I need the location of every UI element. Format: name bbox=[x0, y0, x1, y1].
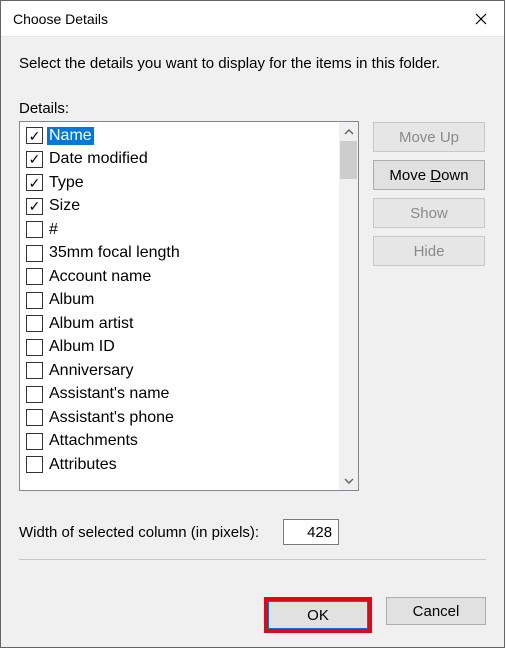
list-item[interactable]: Type bbox=[24, 171, 339, 195]
cancel-button[interactable]: Cancel bbox=[386, 597, 486, 625]
list-item[interactable]: Assistant's phone bbox=[24, 406, 339, 430]
checkbox[interactable] bbox=[26, 151, 43, 168]
details-label: Details: bbox=[19, 100, 486, 117]
list-item-label: Album bbox=[47, 291, 96, 309]
title-bar: Choose Details bbox=[1, 1, 504, 37]
hide-label: Hide bbox=[414, 243, 445, 260]
checkbox[interactable] bbox=[26, 221, 43, 238]
cancel-label: Cancel bbox=[413, 603, 460, 620]
list-item-label: Date modified bbox=[47, 150, 150, 168]
scrollbar[interactable] bbox=[339, 122, 358, 490]
checkbox[interactable] bbox=[26, 409, 43, 426]
checkbox[interactable] bbox=[26, 127, 43, 144]
list-item[interactable]: Album ID bbox=[24, 336, 339, 360]
list-item[interactable]: Name bbox=[24, 124, 339, 148]
list-item-label: Assistant's name bbox=[47, 385, 171, 403]
hide-button[interactable]: Hide bbox=[373, 236, 485, 266]
chevron-down-icon bbox=[344, 478, 354, 484]
list-item-label: Assistant's phone bbox=[47, 409, 176, 427]
width-input[interactable]: 428 bbox=[283, 519, 339, 545]
checkbox[interactable] bbox=[26, 268, 43, 285]
list-item-label: Name bbox=[47, 127, 94, 145]
choose-details-dialog: Choose Details Select the details you wa… bbox=[0, 0, 505, 648]
checkbox[interactable] bbox=[26, 292, 43, 309]
ok-button-emphasis: OK bbox=[264, 597, 372, 633]
ok-label: OK bbox=[307, 607, 329, 624]
list-item-label: Type bbox=[47, 174, 86, 192]
width-label-text: Width of selected column (in pixels): bbox=[19, 524, 259, 541]
scroll-track[interactable] bbox=[339, 141, 358, 471]
width-row: Width of selected column (in pixels): 42… bbox=[19, 519, 486, 545]
list-item[interactable]: Account name bbox=[24, 265, 339, 289]
list-item-label: Attributes bbox=[47, 456, 119, 474]
list-item[interactable]: Album bbox=[24, 289, 339, 313]
move-down-label: Move Down bbox=[389, 167, 468, 184]
details-label-text: Details: bbox=[19, 100, 69, 117]
details-list-items: Name Date modified Type Size #35mm focal len… bbox=[20, 122, 339, 490]
checkbox[interactable] bbox=[26, 433, 43, 450]
width-label: Width of selected column (in pixels): bbox=[19, 524, 259, 541]
close-icon bbox=[475, 13, 487, 25]
list-item[interactable]: Attributes bbox=[24, 453, 339, 477]
list-item[interactable]: 35mm focal length bbox=[24, 242, 339, 266]
list-item[interactable]: Album artist bbox=[24, 312, 339, 336]
checkbox[interactable] bbox=[26, 315, 43, 332]
checkbox[interactable] bbox=[26, 245, 43, 262]
checkbox[interactable] bbox=[26, 339, 43, 356]
list-item[interactable]: Assistant's name bbox=[24, 383, 339, 407]
checkbox[interactable] bbox=[26, 362, 43, 379]
list-item[interactable]: Anniversary bbox=[24, 359, 339, 383]
show-label: Show bbox=[410, 205, 448, 222]
list-item-label: Album artist bbox=[47, 315, 135, 333]
chevron-up-icon bbox=[344, 129, 354, 135]
details-listbox[interactable]: Name Date modified Type Size #35mm focal len… bbox=[19, 121, 359, 491]
move-up-button[interactable]: Move Up bbox=[373, 122, 485, 152]
ok-button[interactable]: OK bbox=[268, 601, 368, 629]
scroll-thumb[interactable] bbox=[340, 141, 357, 179]
footer: OK Cancel bbox=[1, 585, 504, 647]
list-item-label: # bbox=[47, 221, 60, 239]
window-title: Choose Details bbox=[13, 11, 458, 27]
move-down-button[interactable]: Move Down bbox=[373, 160, 485, 190]
list-item[interactable]: Size bbox=[24, 195, 339, 219]
list-item-label: 35mm focal length bbox=[47, 244, 182, 262]
close-button[interactable] bbox=[458, 1, 504, 36]
scroll-up-button[interactable] bbox=[339, 122, 358, 141]
checkbox[interactable] bbox=[26, 456, 43, 473]
show-button[interactable]: Show bbox=[373, 198, 485, 228]
list-item-label: Size bbox=[47, 197, 82, 215]
list-item-label: Album ID bbox=[47, 338, 117, 356]
middle-section: Name Date modified Type Size #35mm focal len… bbox=[19, 121, 486, 491]
list-item-label: Attachments bbox=[47, 432, 140, 450]
checkbox[interactable] bbox=[26, 198, 43, 215]
scroll-down-button[interactable] bbox=[339, 471, 358, 490]
list-item[interactable]: # bbox=[24, 218, 339, 242]
list-item-label: Anniversary bbox=[47, 362, 135, 380]
list-item-label: Account name bbox=[47, 268, 153, 286]
side-buttons: Move Up Move Down Show Hide bbox=[373, 121, 485, 491]
dialog-body: Select the details you want to display f… bbox=[1, 37, 504, 585]
instruction-text: Select the details you want to display f… bbox=[19, 55, 486, 72]
width-value: 428 bbox=[307, 524, 332, 541]
divider bbox=[19, 559, 486, 560]
list-item[interactable]: Date modified bbox=[24, 148, 339, 172]
checkbox[interactable] bbox=[26, 174, 43, 191]
list-item[interactable]: Attachments bbox=[24, 430, 339, 454]
checkbox[interactable] bbox=[26, 386, 43, 403]
move-up-label: Move Up bbox=[399, 129, 459, 146]
